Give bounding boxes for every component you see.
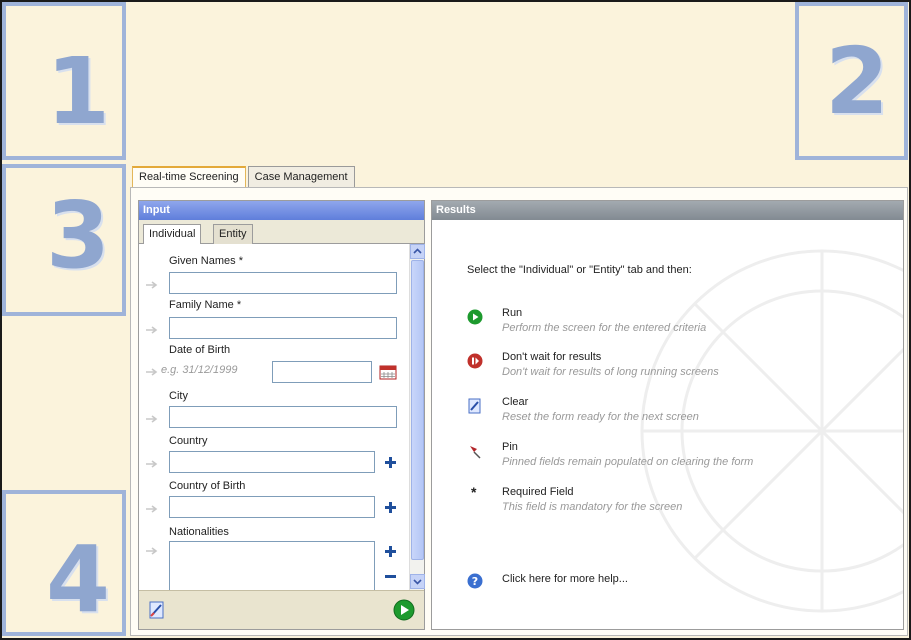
zone-number: 2: [825, 28, 890, 135]
subtab-entity[interactable]: Entity: [213, 224, 253, 244]
legend-run: Run Perform the screen for the entered c…: [467, 307, 887, 341]
given-names-label: Given Names *: [169, 255, 243, 267]
legend-run-title: Run: [502, 307, 523, 319]
family-name-input[interactable]: [169, 317, 397, 339]
legend-dont-wait: Don't wait for results Don't wait for re…: [467, 351, 887, 385]
city-label: City: [169, 390, 188, 402]
clear-icon[interactable]: [147, 600, 167, 623]
legend-clear-desc: Reset the form ready for the next screen: [502, 411, 699, 423]
pin-icon[interactable]: [146, 415, 160, 423]
pin-icon[interactable]: [146, 368, 160, 376]
input-form: Given Names * Family Name * Date of Birt…: [139, 244, 409, 593]
run-icon: [467, 309, 483, 325]
results-panel: Results Select the "Individual" or "Enti…: [431, 200, 904, 630]
country-of-birth-label: Country of Birth: [169, 480, 246, 492]
run-icon[interactable]: [393, 599, 415, 624]
country-label: Country: [169, 435, 208, 447]
dob-hint: e.g. 31/12/1999: [161, 364, 238, 376]
zone-number: 3: [46, 182, 111, 289]
nationalities-list[interactable]: [169, 541, 375, 593]
legend-dont-wait-title: Don't wait for results: [502, 351, 602, 363]
calendar-icon[interactable]: [379, 364, 397, 380]
legend-pin-desc: Pinned fields remain populated on cleari…: [502, 456, 754, 468]
pin-icon[interactable]: [146, 326, 160, 334]
pin-icon[interactable]: [146, 281, 160, 289]
pin-icon[interactable]: [146, 547, 160, 555]
help-icon: ?: [467, 573, 483, 589]
zone-3: 3: [2, 164, 126, 316]
scroll-down-button[interactable]: [410, 574, 425, 589]
tab-real-time-screening[interactable]: Real-time Screening: [132, 166, 246, 188]
nationalities-label: Nationalities: [169, 526, 229, 538]
family-name-label: Family Name *: [169, 299, 242, 311]
help-link[interactable]: ? Click here for more help...: [467, 571, 887, 605]
legend-run-desc: Perform the screen for the entered crite…: [502, 322, 707, 334]
zone-number: 4: [46, 526, 111, 633]
input-panel: Input Individual Entity Given Names * Fa…: [138, 200, 425, 630]
scroll-thumb[interactable]: [411, 260, 424, 560]
zone-number: 1: [46, 38, 111, 145]
input-toolbar: [139, 590, 424, 629]
country-input[interactable]: [169, 451, 375, 473]
add-country-of-birth-icon[interactable]: [384, 501, 397, 514]
input-subtabs: Individual Entity: [139, 220, 424, 245]
subtab-individual[interactable]: Individual: [143, 224, 202, 245]
zone-1: 1: [2, 2, 126, 160]
zone-4: 4: [2, 490, 126, 636]
scroll-up-button[interactable]: [410, 244, 425, 259]
given-names-input[interactable]: [169, 272, 397, 294]
help-link-text[interactable]: Click here for more help...: [502, 573, 628, 585]
legend-clear: Clear Reset the form ready for the next …: [467, 396, 887, 430]
results-panel-title: Results: [432, 201, 903, 220]
results-intro: Select the "Individual" or "Entity" tab …: [467, 264, 692, 276]
country-of-birth-input[interactable]: [169, 496, 375, 518]
tab-case-management[interactable]: Case Management: [247, 166, 355, 188]
clear-icon: [467, 398, 483, 414]
legend-required-title: Required Field: [502, 486, 574, 498]
dob-label: Date of Birth: [169, 344, 231, 356]
legend-clear-title: Clear: [502, 396, 529, 408]
form-scrollbar[interactable]: [409, 244, 425, 590]
pin-icon[interactable]: [146, 460, 160, 468]
zone-2: 2: [795, 2, 908, 160]
legend-pin: Pin Pinned fields remain populated on cl…: [467, 441, 887, 475]
input-panel-title: Input: [139, 201, 424, 220]
add-nationality-icon[interactable]: [384, 545, 397, 558]
main-tabbar: Real-time Screening Case Management: [132, 166, 355, 188]
dont-wait-icon: [467, 353, 483, 369]
legend-required-desc: This field is mandatory for the screen: [502, 501, 683, 513]
dob-input[interactable]: [272, 361, 372, 383]
globe-watermark-icon: [640, 249, 903, 613]
remove-nationality-icon[interactable]: [384, 570, 397, 583]
pin-icon[interactable]: [146, 505, 160, 513]
legend-required: * Required Field This field is mandatory…: [467, 484, 887, 520]
add-country-icon[interactable]: [384, 456, 397, 469]
legend-dont-wait-desc: Don't wait for results of long running s…: [502, 366, 719, 378]
svg-text:?: ?: [472, 575, 478, 588]
city-input[interactable]: [169, 406, 397, 428]
pin-icon: [467, 443, 483, 459]
asterisk-icon: *: [471, 484, 477, 500]
legend-pin-title: Pin: [502, 441, 518, 453]
